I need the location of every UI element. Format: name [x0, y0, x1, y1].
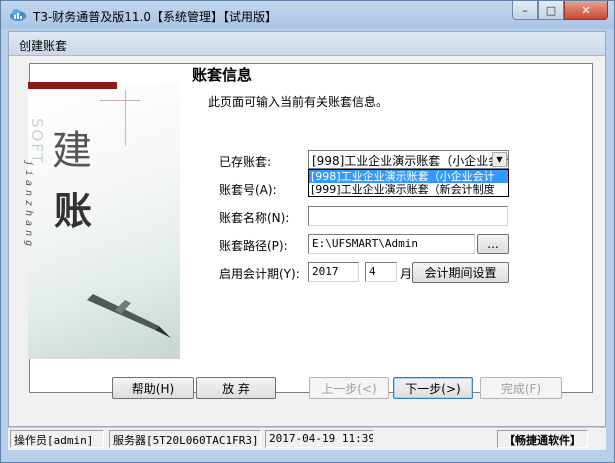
status-server: 服务器[5T20L060TAC1FR3] — [109, 430, 261, 448]
minimize-button[interactable]: – — [512, 1, 538, 20]
account-path-label: 账套路径(P): — [219, 239, 288, 253]
window-title: T3-财务通普及版11.0【系统管理】【试用版】 — [33, 10, 278, 24]
abandon-button[interactable]: 放 弃 — [196, 377, 276, 399]
prev-button[interactable]: 上一步(<) — [309, 377, 389, 399]
start-year-input[interactable]: 2017 — [308, 262, 359, 282]
finish-button[interactable]: 完成(F) — [480, 377, 562, 399]
existing-account-value: [998]工业企业演示账套（小企业会计 — [312, 154, 509, 168]
next-button[interactable]: 下一步(>) — [393, 377, 473, 399]
status-brand: 【畅捷通软件】 — [497, 430, 588, 448]
decor-line — [100, 100, 140, 101]
account-code-label: 账套号(A): — [219, 183, 277, 197]
account-name-label: 账套名称(N): — [219, 211, 290, 225]
month-unit-label: 月 — [400, 267, 413, 281]
dialog-title: 创建账套 — [19, 39, 68, 53]
dropdown-option[interactable]: [998]工业企业演示账套（小企业会计 — [309, 170, 508, 183]
decor-line — [125, 90, 126, 146]
account-path-input[interactable]: E:\UFSMART\Admin — [308, 234, 475, 254]
start-month-input[interactable]: 4 — [365, 262, 397, 282]
chevron-down-icon[interactable]: ▼ — [492, 152, 507, 167]
close-button[interactable]: ✕ — [564, 1, 608, 20]
pen-icon — [87, 294, 171, 338]
accent-bar — [28, 82, 117, 89]
account-name-input[interactable] — [308, 206, 508, 226]
existing-account-select[interactable]: [998]工业企业演示账套（小企业会计 ▼ — [308, 150, 509, 169]
dialog-title-bar: 创建账套 — [9, 32, 605, 56]
browse-button[interactable]: ... — [477, 234, 509, 254]
status-bar: 操作员[admin] 服务器[5T20L060TAC1FR3] 2017-04-… — [8, 428, 606, 450]
help-button[interactable]: 帮助(H) — [112, 377, 194, 399]
calligraphy-jian: 建 — [52, 128, 92, 174]
period-settings-button[interactable]: 会计期间设置 — [412, 262, 509, 283]
existing-account-label: 已存账套: — [219, 155, 272, 169]
existing-account-dropdown: [998]工业企业演示账套（小企业会计 [999]工业企业演示账套（新会计制度 — [308, 169, 509, 197]
window-controls: – □ ✕ — [512, 1, 608, 21]
vertical-en-text: SOFT — [28, 118, 46, 165]
status-datetime: 2017-04-19 11:39 — [265, 430, 374, 448]
title-bar: T3-财务通普及版11.0【系统管理】【试用版】 – □ ✕ — [1, 1, 614, 31]
start-period-label: 启用会计期(Y): — [219, 267, 300, 281]
section-description: 此页面可输入当前有关账套信息。 — [208, 95, 389, 109]
vertical-pinyin-text: jianzhang — [23, 160, 34, 251]
dropdown-option[interactable]: [999]工业企业演示账套（新会计制度 — [309, 183, 508, 196]
status-operator: 操作员[admin] — [10, 430, 104, 448]
section-heading: 账套信息 — [192, 66, 253, 84]
calligraphy-zhang: 账 — [54, 188, 93, 233]
app-cloud-icon — [10, 9, 26, 21]
status-spacer — [378, 430, 495, 448]
maximize-button[interactable]: □ — [538, 1, 564, 20]
